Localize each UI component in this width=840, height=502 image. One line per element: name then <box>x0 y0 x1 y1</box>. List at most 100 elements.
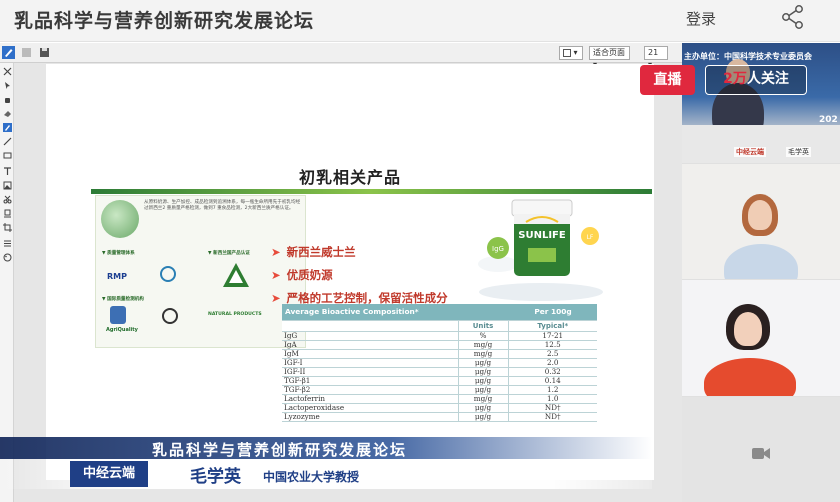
table-row: IgG% 17-21 <box>282 331 597 341</box>
scissors-icon[interactable] <box>3 195 12 204</box>
component-unit: mg/g <box>457 349 508 359</box>
pen-icon[interactable] <box>3 123 12 132</box>
component-value: 2.0 <box>507 358 597 368</box>
guest1-body <box>724 244 798 279</box>
camera-tile-speaker: 主办单位：中国科学技术专业委员会 202 中经云端 毛学英 <box>682 43 840 163</box>
table-row: Lactoperoxidase μg/g ND† <box>282 403 597 413</box>
list-icon[interactable] <box>3 239 12 248</box>
product-jar-image: SUNLIFE IgG LF <box>478 199 603 301</box>
lab-seal-icon <box>110 306 126 324</box>
camera-tile-empty <box>682 397 840 502</box>
camera-tile-guest1 <box>682 164 840 279</box>
component-unit: mg/g <box>457 340 508 350</box>
agriquality-logo: AgriQuality <box>106 327 138 333</box>
viewer-toolbar: ▾ 适合页面 ▾ 21 ▾ <box>0 43 682 69</box>
text-icon[interactable] <box>3 167 12 176</box>
brochure-heading-lab: ▼ 国际质量检测机构 <box>102 297 144 302</box>
bullet-text: 严格的工艺控制，保留活性成分 <box>286 291 448 305</box>
page-title: 乳品科学与营养创新研究发展论坛 <box>14 10 315 32</box>
table-row: TGF-β1 μg/g 0.14 <box>282 376 597 386</box>
view-mode-select[interactable]: ▾ <box>559 46 583 60</box>
table-row: Lactoferrin mg/g 1.0 <box>282 394 597 404</box>
brochure-heading-qms: ▼ 质量管理体系 <box>102 251 135 256</box>
cert-seal-icon <box>160 266 176 282</box>
table-header-left: Average Bioactive Composition* <box>282 304 508 321</box>
slide-title: 初乳相关产品 <box>298 168 401 187</box>
component-name: Lyzozyme <box>282 412 458 422</box>
image-icon[interactable] <box>3 181 12 190</box>
table-row: IGF-I μg/g 2.0 <box>282 358 597 368</box>
component-name: IgG <box>282 331 458 341</box>
component-unit: μg/g <box>457 412 508 422</box>
login-button[interactable]: 登录 <box>686 8 716 29</box>
video-camera-icon <box>752 448 770 459</box>
guest2-body <box>704 358 796 396</box>
cam1-logo: 中经云端 <box>734 147 766 157</box>
arrow-icon: ➤ <box>271 291 281 305</box>
component-name: TGF-β2 <box>282 385 458 395</box>
component-unit: % <box>457 331 508 341</box>
page-mode-value: 适合页面 <box>593 48 625 57</box>
component-value: 17-21 <box>507 331 597 341</box>
table-row: TGF-β2 μg/g 1.2 <box>282 385 597 395</box>
zoom-select[interactable]: 21 ▾ <box>644 46 668 69</box>
table-row: Lyzozyme μg/g ND† <box>282 412 597 422</box>
desk <box>682 125 840 163</box>
component-value: 2.5 <box>507 349 597 359</box>
participant-cameras: 主办单位：中国科学技术专业委员会 202 中经云端 毛学英 <box>682 43 840 502</box>
lower-third-forum: 乳品科学与营养创新研究发展论坛 <box>152 441 408 459</box>
nz-cert-icon <box>223 263 249 287</box>
close-icon[interactable] <box>3 67 12 76</box>
component-unit: μg/g <box>457 367 508 377</box>
pointer-icon[interactable] <box>3 81 12 90</box>
table-col-typical: Typical* <box>507 320 597 332</box>
bullet-item: ➤ 优质奶源 <box>271 267 333 283</box>
broadcaster-logo: 中经云端 <box>70 461 148 487</box>
component-value: ND† <box>507 412 597 422</box>
component-value: 1.0 <box>507 394 597 404</box>
slide-page: 初乳相关产品 从原料奶源、生产加控、成品检测到追溯体系，每一瓶生命所用先于初乳均… <box>46 64 654 480</box>
slide-viewer: ▾ 适合页面 ▾ 21 ▾ 初乳相关产品 从原料奶 <box>0 43 682 502</box>
component-name: Lactoperoxidase <box>282 403 458 413</box>
table-header-right: Per 100g <box>508 304 597 321</box>
zoom-value: 21 <box>648 48 659 57</box>
disk-icon[interactable] <box>38 46 51 59</box>
camera-tile-guest2 <box>682 280 840 396</box>
iq-logo-icon <box>162 308 178 324</box>
speaker-name: 毛学英 <box>190 467 241 487</box>
page-mode-select[interactable]: 适合页面 ▾ <box>589 46 630 69</box>
component-unit: μg/g <box>457 376 508 386</box>
component-unit: μg/g <box>457 385 508 395</box>
follow-count-badge[interactable]: 2万人关注 <box>705 65 807 95</box>
component-unit: mg/g <box>457 394 508 404</box>
table-row: IgM mg/g 2.5 <box>282 349 597 359</box>
video-stage: ▾ 适合页面 ▾ 21 ▾ 初乳相关产品 从原料奶 <box>0 43 840 502</box>
crop-icon[interactable] <box>3 223 12 232</box>
share-icon[interactable] <box>779 3 807 31</box>
pen-icon[interactable] <box>2 46 15 59</box>
natural-products-logo: NATURAL PRODUCTS <box>208 312 262 317</box>
cam1-banner: 主办单位：中国科学技术专业委员会 <box>684 52 812 61</box>
bullet-text: 优质奶源 <box>286 268 333 282</box>
globe-image <box>101 200 139 238</box>
guest1-face <box>748 200 772 230</box>
hand-icon[interactable] <box>3 95 12 104</box>
save-icon[interactable] <box>20 46 33 59</box>
component-value: 12.5 <box>507 340 597 350</box>
speaker-role: 中国农业大学教授 <box>263 470 360 484</box>
eraser-icon[interactable] <box>3 109 12 118</box>
component-name: Lactoferrin <box>282 394 458 404</box>
composition-table: Average Bioactive Composition* Per 100g … <box>282 304 597 422</box>
component-name: TGF-β1 <box>282 376 458 386</box>
component-unit: μg/g <box>457 403 508 413</box>
component-value: 0.32 <box>507 367 597 377</box>
cam1-name-tag: 毛学英 <box>786 147 811 157</box>
live-badge[interactable]: 直播 <box>640 65 695 95</box>
lf-badge: LF <box>587 234 594 241</box>
rmp-logo: RMP <box>107 272 127 281</box>
rect-icon[interactable] <box>3 151 12 160</box>
line-icon[interactable] <box>3 137 12 146</box>
palette-icon[interactable] <box>3 253 12 262</box>
stamp-icon[interactable] <box>3 209 12 218</box>
arrow-icon: ➤ <box>271 245 281 259</box>
